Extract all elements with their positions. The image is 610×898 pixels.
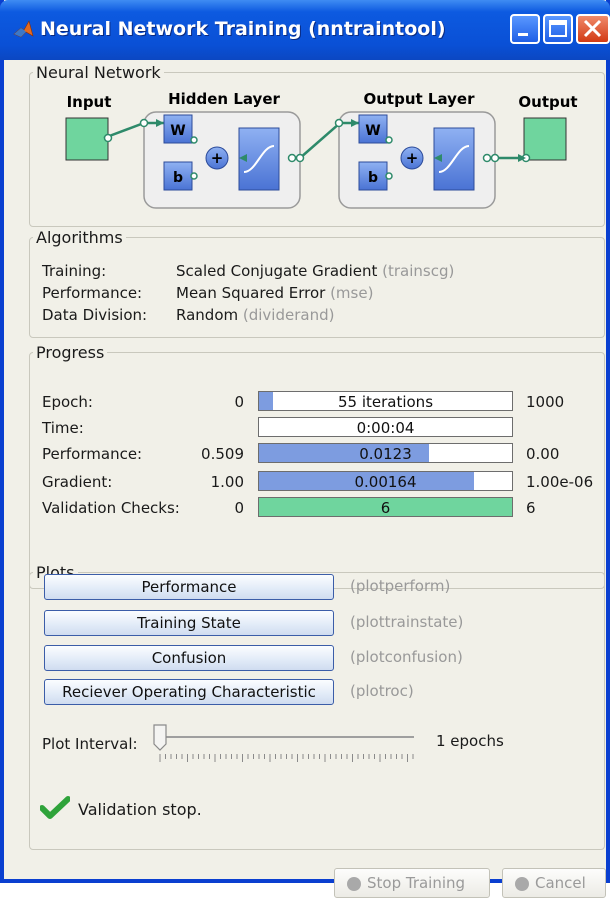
nntraintool-window: Neural Network Training (nntraintool) Ne… [0,0,610,898]
status-message: Validation stop. [78,800,202,819]
maximize-icon [549,20,567,37]
performance-plot-code: (plotperform) [350,577,451,595]
title-bar[interactable]: Neural Network Training (nntraintool) [0,0,610,60]
svg-text:+: + [406,149,419,167]
progress-legend: Progress [36,343,105,362]
plot-interval-value: 1 epochs [436,732,504,750]
input-label: Input [67,93,112,111]
stop-training-button[interactable]: Stop Training [334,868,490,898]
confusion-plot-button[interactable]: Confusion [44,645,334,671]
progress-bar: 0:00:04 [258,417,513,437]
performance-plot-button[interactable]: Performance [44,574,334,600]
progress-bar-text: 6 [380,499,391,517]
slider-thumb[interactable] [153,724,167,751]
progress-label: Time: [42,419,84,437]
progress-bar: 0.0123 [258,443,513,463]
progress-start-value: 0.509 [201,445,244,463]
training-state-plot-button[interactable]: Training State [44,610,334,636]
training-value: Scaled Conjugate Gradient (trainscg) [176,262,455,280]
progress-start-value: 1.00 [210,473,244,491]
output-label: Output [518,93,577,111]
plot-interval-slider[interactable] [152,722,422,766]
stop-icon [347,877,361,891]
neural-network-legend: Neural Network [36,63,161,82]
svg-text:W: W [170,123,185,139]
cancel-button[interactable]: Cancel [502,868,606,898]
progress-start-value: 0 [234,393,244,411]
progress-bar-text: 0.0123 [359,445,412,463]
hidden-layer-label: Hidden Layer [168,90,280,108]
roc-plot-code: (plotroc) [350,682,414,700]
data-division-value: Random (dividerand) [176,306,335,324]
plot-interval-label: Plot Interval: [42,735,138,753]
progress-label: Epoch: [42,393,93,411]
progress-group: Progress [29,343,605,589]
progress-bar: 0.00164 [258,471,513,491]
checkmark-icon [40,796,70,819]
input-block [65,117,109,161]
progress-start-value: 0 [234,499,244,517]
minimize-button[interactable] [510,14,540,44]
progress-bar-text: 0:00:04 [356,419,415,437]
progress-bar-text: 0.00164 [354,473,417,491]
roc-plot-button[interactable]: Reciever Operating Characteristic [44,679,334,705]
progress-bar: 55 iterations [258,391,513,411]
svg-text:+: + [211,149,224,167]
output-block [523,117,567,161]
progress-end-value: 1.00e-06 [526,473,594,491]
training-state-plot-code: (plottrainstate) [350,613,464,631]
matlab-logo-icon [13,20,34,38]
data-division-label: Data Division: [42,306,148,324]
window-title: Neural Network Training (nntraintool) [40,18,446,40]
svg-text:W: W [365,123,380,139]
confusion-plot-code: (plotconfusion) [350,648,463,666]
progress-label: Performance: [42,445,143,463]
network-diagram: Input Hidden Layer Output Layer Output W… [65,90,578,209]
progress-label: Gradient: [42,473,113,491]
performance-value: Mean Squared Error (mse) [176,284,374,302]
progress-bar-text: 55 iterations [337,393,434,411]
close-button[interactable] [576,14,610,44]
minimize-icon [518,33,528,36]
progress-end-value: 1000 [526,393,565,411]
progress-end-value: 6 [526,499,536,517]
progress-label: Validation Checks: [42,499,180,517]
performance-label: Performance: [42,284,143,302]
progress-bar: 6 [258,497,513,517]
svg-text:b: b [368,170,378,186]
progress-end-value: 0.00 [526,445,560,463]
svg-text:b: b [173,170,183,186]
algorithms-legend: Algorithms [36,228,123,247]
cancel-icon [515,877,529,891]
output-layer-label: Output Layer [364,90,476,108]
maximize-button[interactable] [543,14,573,44]
close-icon [583,19,602,38]
client-area: Neural Network Input Hidden Layer Output… [4,60,606,898]
training-label: Training: [42,262,107,280]
